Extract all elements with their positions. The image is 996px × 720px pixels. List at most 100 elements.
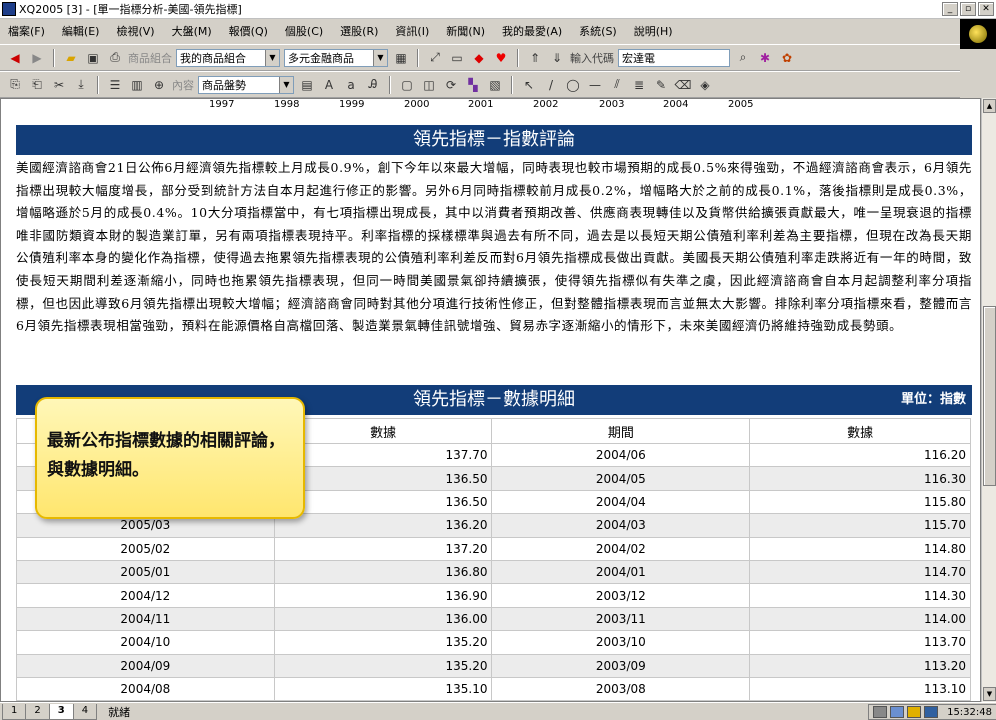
- column-header: 期間: [491, 418, 751, 444]
- fibonacci-icon[interactable]: ≣: [630, 76, 648, 94]
- clock: 15:32:48: [947, 706, 992, 718]
- menu-item[interactable]: 報價(Q): [229, 23, 268, 39]
- period-cell: 2004/06: [491, 442, 751, 468]
- parallel-lines-icon[interactable]: ⫽: [608, 76, 626, 94]
- chart-icon[interactable]: ▧: [486, 76, 504, 94]
- value-cell: 136.80: [273, 559, 493, 585]
- tray-volume-icon[interactable]: [924, 706, 939, 718]
- value-cell: 136.50: [273, 466, 493, 491]
- period-cell: 2004/12: [16, 583, 275, 608]
- restore-button[interactable]: ▫: [960, 2, 976, 16]
- tray-warning-icon[interactable]: [907, 706, 922, 718]
- value-cell: 114.30: [749, 583, 971, 608]
- tray-app-icon[interactable]: [890, 706, 905, 718]
- paste-icon[interactable]: ⎗: [28, 76, 46, 94]
- menu-item[interactable]: 說明(H): [634, 23, 673, 39]
- split-icon[interactable]: ◫: [420, 76, 438, 94]
- font-style-icon[interactable]: Ꭿ: [364, 76, 382, 94]
- menu-item[interactable]: 新聞(N): [446, 23, 485, 39]
- alert-icon[interactable]: ◆: [470, 49, 488, 67]
- back-arrow-icon[interactable]: ◀: [6, 49, 24, 67]
- workspace-tabs: 1234: [2, 703, 98, 720]
- workspace-tab[interactable]: 1: [2, 703, 27, 720]
- period-cell: 2004/08: [16, 676, 275, 701]
- app-icon: [2, 2, 16, 16]
- tray-network-icon[interactable]: [873, 706, 888, 718]
- value-cell: 137.70: [273, 442, 493, 468]
- font-smaller-icon[interactable]: a: [342, 76, 360, 94]
- table-row: 2004/11 136.00 2003/11 114.00: [16, 606, 971, 632]
- minimize-button[interactable]: _: [942, 2, 958, 16]
- product-select-value: 多元金融商品: [288, 51, 354, 65]
- scroll-down-button[interactable]: ▼: [983, 687, 996, 701]
- layout-rows-icon[interactable]: ☰: [106, 76, 124, 94]
- font-larger-icon[interactable]: A: [320, 76, 338, 94]
- menu-item[interactable]: 檢視(V): [116, 23, 154, 39]
- menu-item[interactable]: 選股(R): [340, 23, 378, 39]
- grid-icon[interactable]: ▦: [392, 49, 410, 67]
- vertical-scrollbar[interactable]: ▲ ▼: [981, 98, 996, 702]
- draw-line-icon[interactable]: /: [542, 76, 560, 94]
- workspace-tab[interactable]: 3: [48, 703, 74, 720]
- export-icon[interactable]: ⤓: [72, 76, 90, 94]
- close-button[interactable]: ✕: [978, 2, 994, 16]
- symbol-input[interactable]: 宏達電: [618, 48, 730, 67]
- cut-icon[interactable]: ✂: [50, 76, 68, 94]
- scroll-down-icon[interactable]: ⇓: [548, 49, 566, 67]
- pointer-icon[interactable]: ↖: [520, 76, 538, 94]
- menu-item[interactable]: 個股(C): [285, 23, 323, 39]
- frame-icon[interactable]: ▢: [398, 76, 416, 94]
- commentary-text: 美國經濟諮商會21日公佈6月經濟領先指標較上月成長0.9%，創下今年以來最大增幅…: [16, 160, 972, 334]
- value-cell: 113.10: [749, 676, 971, 701]
- palette-icon[interactable]: ▚: [464, 76, 482, 94]
- scroll-up-button[interactable]: ▲: [983, 99, 996, 113]
- print-icon[interactable]: ⎙: [106, 49, 124, 67]
- menu-item[interactable]: 檔案(F): [8, 23, 45, 39]
- menu-item[interactable]: 我的最愛(A): [502, 23, 562, 39]
- layout-cols-icon[interactable]: ▥: [128, 76, 146, 94]
- system-tray: 15:32:48: [868, 704, 996, 720]
- menu-item[interactable]: 編輯(E): [62, 23, 100, 39]
- menu-item[interactable]: 資訊(I): [395, 23, 429, 39]
- product-select[interactable]: 多元金融商品 ▼: [284, 48, 388, 67]
- tools-icon[interactable]: ✱: [756, 49, 774, 67]
- value-cell: 115.70: [749, 513, 971, 538]
- shapes-icon[interactable]: ◈: [696, 76, 714, 94]
- workspace-tab[interactable]: 4: [72, 703, 98, 720]
- favorite-heart-icon[interactable]: ♥: [492, 49, 510, 67]
- zoom-icon[interactable]: ⊕: [150, 76, 168, 94]
- table-row: 2005/01 136.80 2004/01 114.70: [16, 559, 971, 585]
- value-cell: 114.80: [749, 536, 971, 561]
- portfolio-select[interactable]: 我的商品組合 ▼: [176, 48, 280, 67]
- horizontal-line-icon[interactable]: —: [586, 76, 604, 94]
- content-select[interactable]: 商品盤勢 ▼: [198, 75, 294, 94]
- table-row: 2004/08 135.10 2003/08 113.10: [16, 676, 971, 701]
- table-icon[interactable]: ▤: [298, 76, 316, 94]
- link-icon[interactable]: ⤢: [426, 49, 444, 67]
- workspace-tab[interactable]: 2: [25, 703, 50, 720]
- period-cell: 2004/10: [16, 630, 275, 655]
- scrollbar-thumb[interactable]: [983, 306, 996, 486]
- scroll-up-icon[interactable]: ⇑: [526, 49, 544, 67]
- save-icon[interactable]: ▣: [84, 49, 102, 67]
- menu-bar: 檔案(F) 編輯(E) 檢視(V) 大盤(M) 報價(Q) 個股(C) 選股(R) 資訊(I)…: [0, 19, 960, 43]
- pencil-icon[interactable]: ✎: [652, 76, 670, 94]
- open-folder-icon[interactable]: ▰: [62, 49, 80, 67]
- value-cell: 136.50: [273, 489, 493, 515]
- year-tick-label: 2001: [468, 99, 494, 110]
- eraser-icon[interactable]: ⌫: [674, 76, 692, 94]
- refresh-icon[interactable]: ⟳: [442, 76, 460, 94]
- menu-item[interactable]: 系統(S): [579, 23, 617, 39]
- copy-icon[interactable]: ⎘: [6, 76, 24, 94]
- value-cell: 135.20: [273, 630, 493, 655]
- draw-ellipse-icon[interactable]: ◯: [564, 76, 582, 94]
- window-icon[interactable]: ▭: [448, 49, 466, 67]
- symbol-input-value: 宏達電: [622, 51, 655, 65]
- settings-icon[interactable]: ✿: [778, 49, 796, 67]
- period-cell: 2004/11: [16, 606, 275, 632]
- search-icon[interactable]: ⌕: [734, 49, 752, 67]
- forward-arrow-icon[interactable]: ▶: [28, 49, 46, 67]
- menu-item[interactable]: 大盤(M): [172, 23, 212, 39]
- table-row: 2004/12 136.90 2003/12 114.30: [16, 583, 971, 608]
- value-cell: 114.00: [749, 606, 971, 632]
